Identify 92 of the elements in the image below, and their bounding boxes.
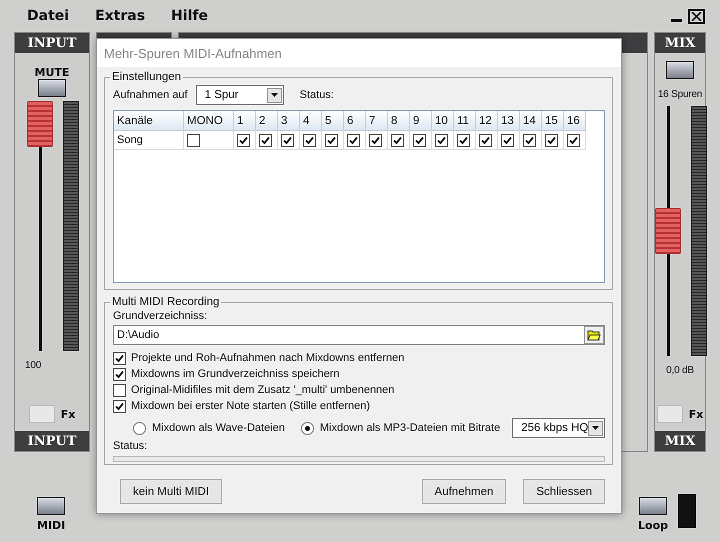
channel-checkbox[interactable]	[413, 134, 426, 146]
channel-checkbox[interactable]	[259, 134, 272, 146]
column-header: 16	[564, 111, 586, 131]
channel-checkbox[interactable]	[325, 134, 338, 146]
radio-label: Mixdown als Wave-Dateien	[152, 422, 285, 434]
column-header: 8	[388, 111, 410, 131]
channel-checkbox[interactable]	[545, 134, 558, 146]
column-header: 5	[322, 111, 344, 131]
column-header: 11	[454, 111, 476, 131]
table-cell: Song	[114, 131, 184, 150]
minimize-button[interactable]	[671, 18, 682, 22]
status-label: Status:	[113, 440, 148, 452]
channel-checkbox[interactable]	[281, 134, 294, 146]
bitrate-select[interactable]: 256 kbps HQ	[512, 418, 606, 438]
column-header: Kanäle	[114, 111, 184, 131]
format-radio[interactable]	[300, 422, 314, 434]
menu-item[interactable]: Hilfe	[171, 8, 208, 24]
menu-item[interactable]: Extras	[95, 8, 146, 24]
option-label: Mixdowns im Grundverzeichniss speichern	[131, 368, 340, 380]
level-reading: 0,0 dB	[666, 365, 694, 376]
record-label: Aufnahmen auf	[113, 89, 188, 101]
column-header: 9	[410, 111, 432, 131]
column-header: 10	[432, 111, 454, 131]
dropdown-button[interactable]	[588, 420, 604, 436]
option-checkbox[interactable]	[113, 368, 126, 380]
column-header: 15	[542, 111, 564, 131]
column-header: 7	[366, 111, 388, 131]
channel-checkbox[interactable]	[237, 134, 250, 146]
tracks-count: 16 Spuren	[658, 89, 702, 100]
column-header: 1	[234, 111, 256, 131]
browse-button[interactable]	[584, 326, 604, 344]
column-header: 14	[520, 111, 542, 131]
format-radio[interactable]	[133, 422, 146, 434]
option-label: Mixdown bei erster Note starten (Stille entfernen)	[131, 400, 370, 412]
directory-field[interactable]: D:\Audio	[113, 325, 605, 345]
fx-label: Fx	[688, 408, 704, 420]
menu-item[interactable]: Datei	[27, 8, 70, 24]
channel-checkbox[interactable]	[523, 134, 536, 146]
no-multi-midi-button[interactable]: kein Multi MIDI	[120, 479, 222, 504]
option-label: Projekte und Roh-Aufnahmen nach Mixdowns entfernen	[131, 352, 404, 364]
level-reading: 100	[25, 360, 42, 371]
radio-label: Mixdown als MP3-Dateien mit Bitrate	[320, 422, 500, 434]
fader-thumb[interactable]	[655, 208, 681, 254]
channel-checkbox[interactable]	[347, 134, 360, 146]
directory-label: Grundverzeichniss:	[113, 310, 208, 322]
folder-icon	[587, 329, 601, 341]
midi-button[interactable]	[37, 497, 66, 515]
channel-checkbox[interactable]	[303, 134, 316, 146]
fx-label: Fx	[60, 408, 76, 420]
channel-checkbox[interactable]	[369, 134, 382, 146]
mono-checkbox[interactable]	[187, 134, 200, 146]
option-checkbox[interactable]	[113, 400, 126, 412]
column-header: 6	[344, 111, 366, 131]
midi-label: MIDI	[37, 519, 66, 532]
column-header: 13	[498, 111, 520, 131]
channel-checkbox[interactable]	[567, 134, 580, 146]
channel-checkbox[interactable]	[391, 134, 404, 146]
column-header: 3	[278, 111, 300, 131]
channel-checkbox[interactable]	[435, 134, 448, 146]
caret-icon	[270, 93, 278, 97]
group-title: Einstellungen	[111, 71, 182, 83]
column-header: 2	[256, 111, 278, 131]
column-header: MONO	[184, 111, 234, 131]
fader-thumb[interactable]	[27, 101, 53, 147]
channel-checkbox[interactable]	[457, 134, 470, 146]
channel-checkbox[interactable]	[479, 134, 492, 146]
channel-checkbox[interactable]	[501, 134, 514, 146]
dropdown-button[interactable]	[266, 88, 282, 102]
column-header: 12	[476, 111, 498, 131]
strip-header: INPUT	[15, 33, 89, 53]
dialog-button[interactable]: Schliessen	[523, 479, 605, 504]
option-checkbox[interactable]	[113, 384, 126, 396]
loop-button[interactable]	[639, 497, 667, 515]
mute-label: MUTE	[34, 66, 70, 79]
dialog-button[interactable]: Aufnehmen	[422, 479, 506, 504]
close-icon	[691, 12, 702, 20]
group-title: Multi MIDI Recording	[111, 296, 220, 308]
option-label: Original-Midifiles mit dem Zusatz '_multi' umbenennen	[131, 384, 394, 396]
strip-header: MIX	[655, 33, 705, 53]
caret-icon	[592, 426, 600, 430]
strip-footer: MIX	[655, 431, 705, 451]
track-select[interactable]: 1 Spur	[196, 85, 284, 105]
mix-button[interactable]	[666, 61, 694, 79]
dialog-title: Mehr-Spuren MIDI-Aufnahmen	[97, 39, 621, 67]
column-header: 4	[300, 111, 322, 131]
strip-footer: INPUT	[15, 431, 89, 451]
output-meter	[678, 494, 696, 528]
loop-label: Loop	[638, 519, 668, 532]
mute-button[interactable]	[38, 79, 66, 97]
close-button[interactable]	[688, 8, 705, 24]
option-checkbox[interactable]	[113, 352, 126, 364]
status-label: Status:	[300, 89, 334, 101]
